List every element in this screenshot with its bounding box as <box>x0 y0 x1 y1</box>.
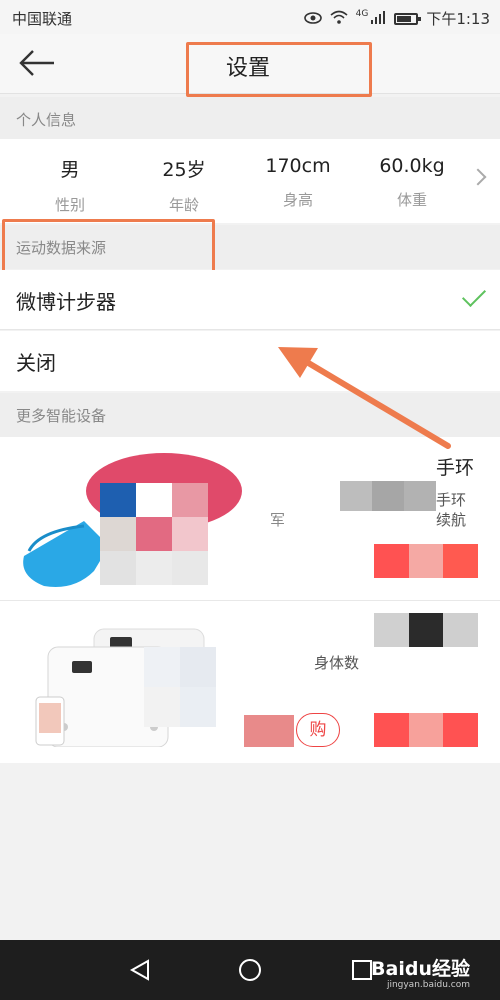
stat-label: 身高 <box>282 191 313 209</box>
option-label: 关闭 <box>16 351 56 375</box>
back-arrow-icon <box>19 50 54 76</box>
stat-weight: 60.0kg 体重 <box>362 139 462 223</box>
blurred-text-block <box>374 613 478 647</box>
devices-section-header: 更多智能设备 <box>0 393 500 437</box>
device-card-body-scale[interactable]: 身体数 <box>0 601 500 764</box>
watermark-site: jingyan.baidu.com <box>386 980 470 990</box>
source-option-weibo-pedometer[interactable]: 微博计步器 <box>0 270 500 330</box>
status-time: 下午1:13 <box>426 10 490 28</box>
signal-tag: 4G <box>355 8 369 19</box>
stat-age: 25岁 年龄 <box>134 139 234 223</box>
stat-value: 男 <box>60 159 80 181</box>
price-mosaic <box>374 713 478 747</box>
stat-gender: 男 性别 <box>20 139 120 223</box>
device-side-text: 军 <box>270 511 286 529</box>
personal-info-row[interactable]: 男 性别 25岁 年龄 170cm 身高 60.0kg 体重 <box>0 139 500 223</box>
body-scale-image <box>35 628 216 747</box>
wristband-image <box>23 453 242 587</box>
devices-list: 手环 手环 续航 军 身体数 购 <box>0 437 500 763</box>
stat-label: 体重 <box>396 191 427 209</box>
battery-icon <box>394 12 422 25</box>
stat-label: 年龄 <box>168 196 199 214</box>
stat-height: 170cm 身高 <box>248 139 348 223</box>
back-button[interactable] <box>18 48 58 78</box>
status-bar: 中国联通 4G 下午1:13 <box>0 0 500 34</box>
chevron-right-icon <box>469 168 487 186</box>
watermark-brand: Baidu经验 <box>371 958 470 980</box>
wifi-icon <box>330 10 348 28</box>
highlight-box-title <box>186 42 372 97</box>
option-label: 微博计步器 <box>16 290 116 314</box>
price-mosaic <box>374 544 478 578</box>
personal-section-header: 个人信息 <box>0 97 500 141</box>
divider <box>0 329 500 330</box>
signal-icon <box>370 10 386 28</box>
status-icons: 4G 下午1:13 <box>303 8 490 29</box>
buy-button[interactable]: 购 <box>296 713 340 747</box>
device-title: 手环 <box>435 457 474 479</box>
device-subtitle: 身体数 <box>314 654 360 672</box>
stat-value: 60.0kg <box>379 155 445 177</box>
carrier-name: 中国联通 <box>12 10 73 28</box>
blurred-text-block <box>340 481 436 511</box>
checkmark-icon <box>461 282 487 308</box>
device-subtitle: 手环 <box>436 491 467 509</box>
nav-home-icon[interactable] <box>238 958 262 982</box>
stat-value: 170cm <box>265 155 331 177</box>
system-nav-bar: Baidu经验 jingyan.baidu.com <box>0 940 500 1000</box>
eye-icon <box>303 10 322 28</box>
source-option-off[interactable]: 关闭 <box>0 331 500 391</box>
nav-back-icon[interactable] <box>128 958 152 982</box>
device-subtitle-2: 续航 <box>436 511 467 529</box>
blurred-text-block <box>244 715 294 747</box>
stat-value: 25岁 <box>162 159 206 181</box>
stat-label: 性别 <box>54 196 85 214</box>
device-card-wristband[interactable]: 手环 手环 续航 军 <box>0 437 500 600</box>
